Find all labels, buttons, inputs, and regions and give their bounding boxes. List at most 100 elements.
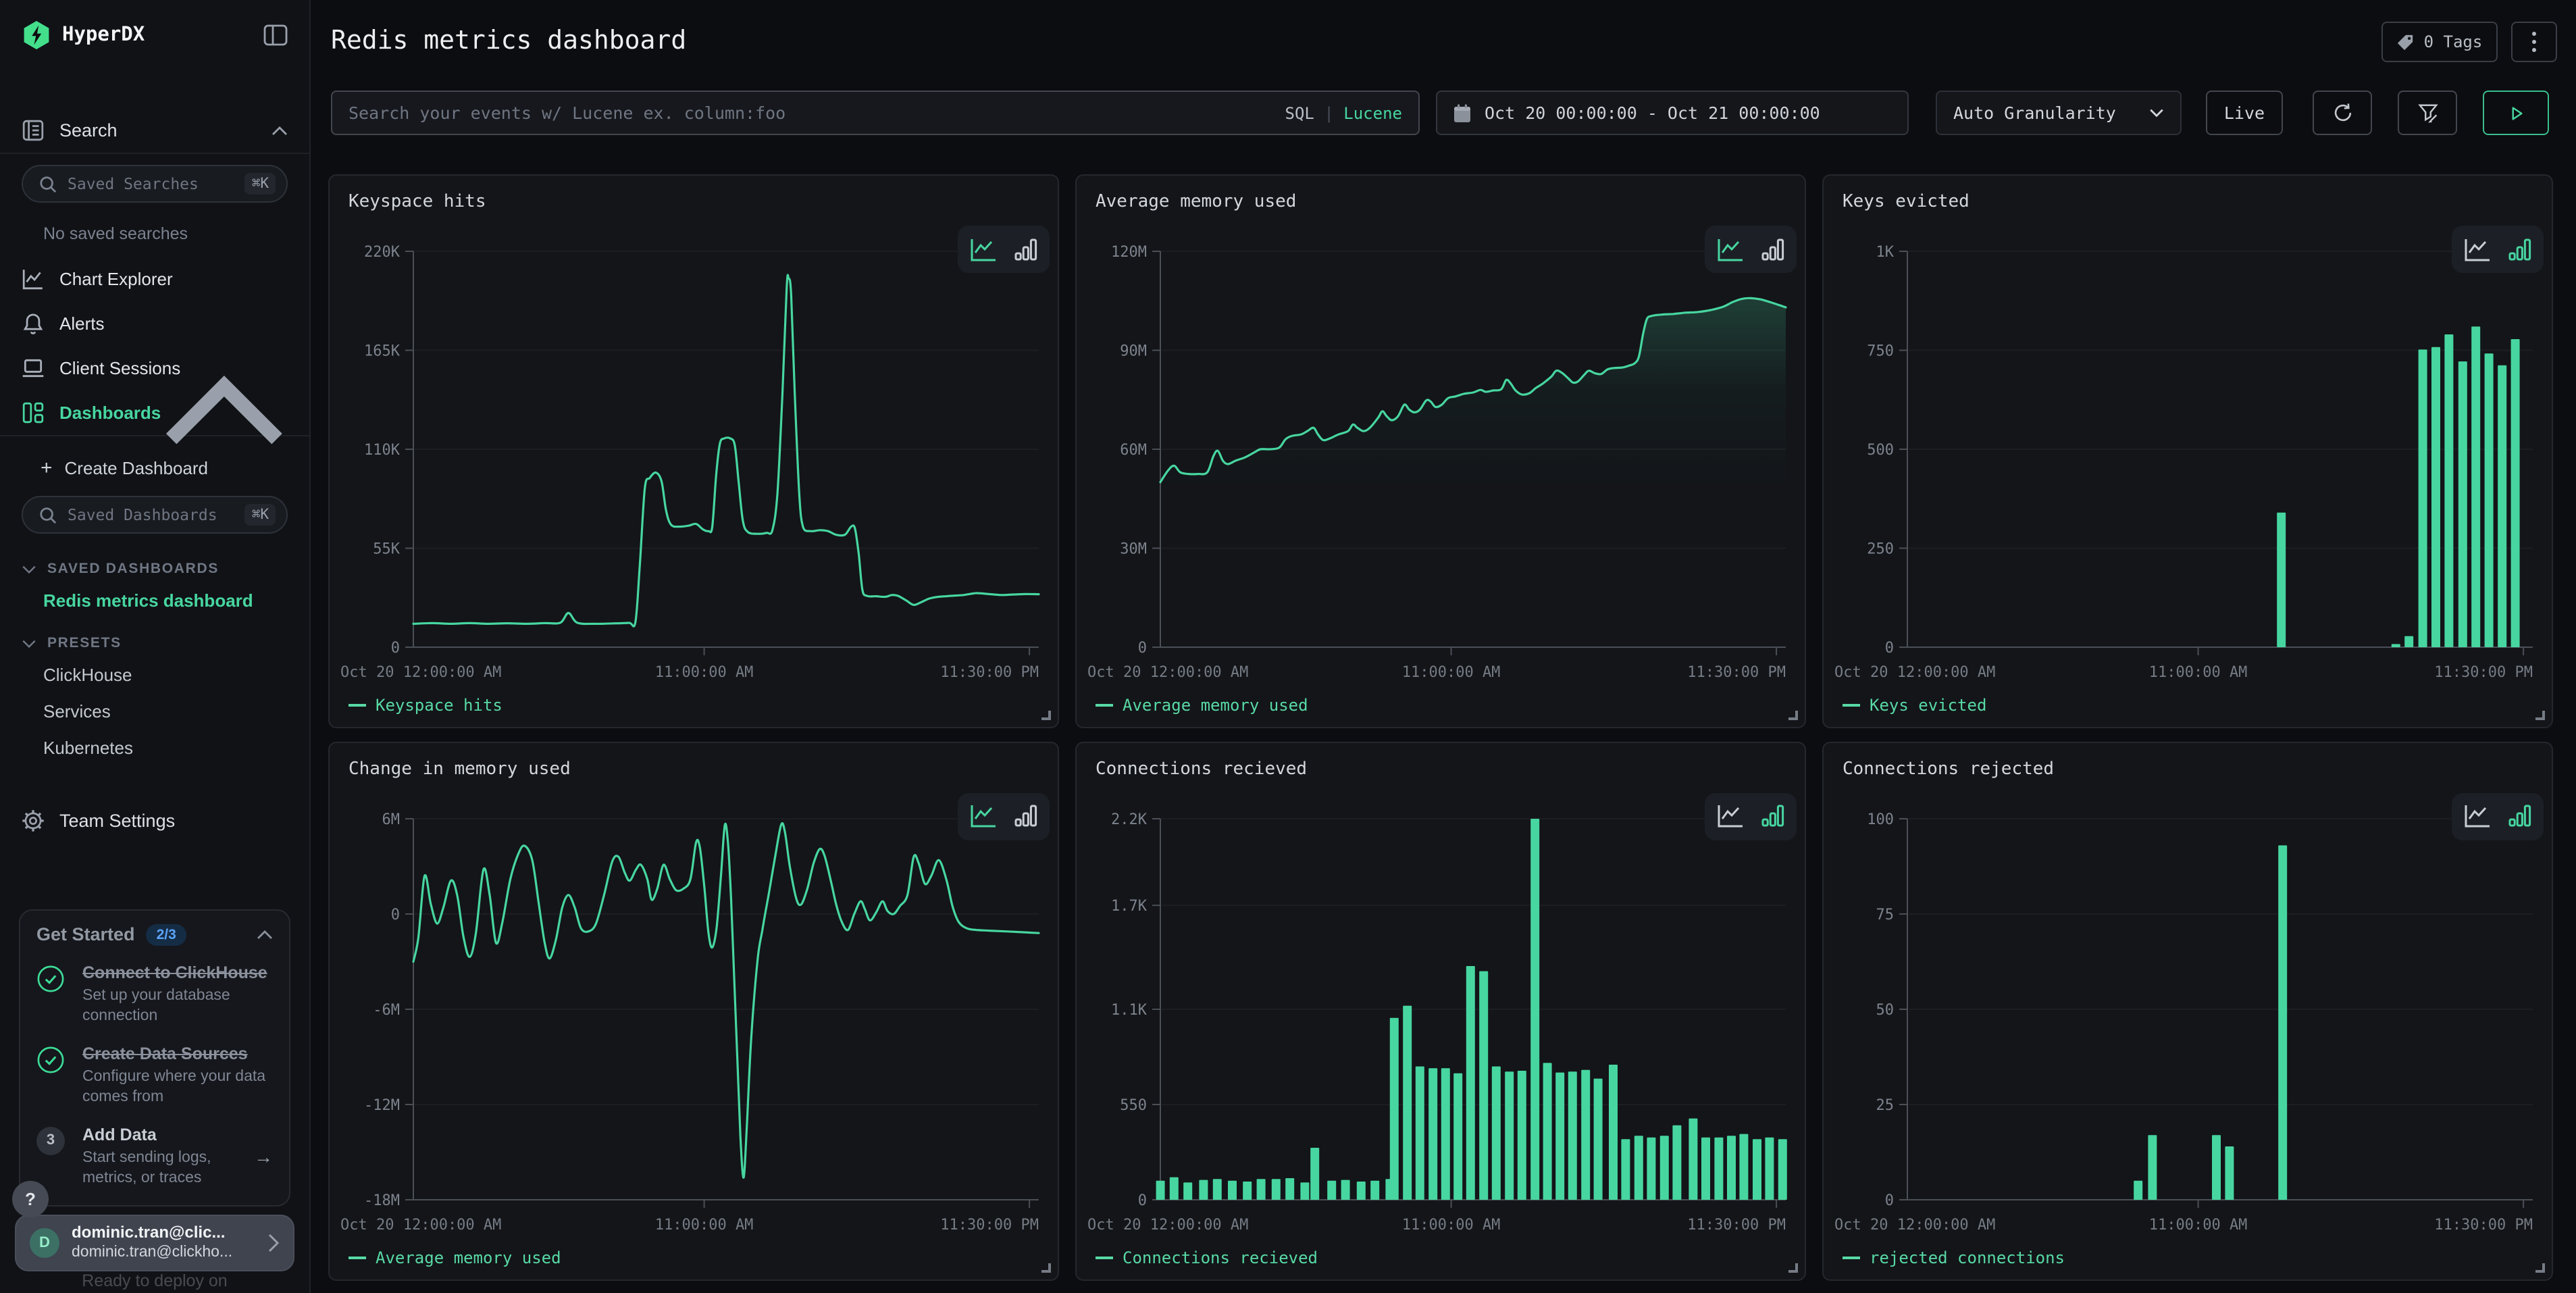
svg-text:1.7K: 1.7K <box>1111 897 1148 914</box>
saved-searches-input[interactable]: Saved Searches ⌘K <box>22 165 288 203</box>
chart-type-toggle[interactable] <box>2452 792 2544 840</box>
svg-text:55K: 55K <box>373 541 400 558</box>
chart-title: Keyspace hits <box>349 192 486 212</box>
chart-type-toggle[interactable] <box>958 792 1050 840</box>
panel-resize-handle[interactable] <box>2535 711 2545 720</box>
bar-chart-icon[interactable] <box>2508 237 2531 261</box>
panel-resize-handle[interactable] <box>1788 711 1798 720</box>
kebab-menu-icon <box>2531 31 2537 53</box>
chart-panel-connections-rejected[interactable]: Connections rejected1007550250Oct 20 12:… <box>1822 741 2553 1280</box>
legend-swatch <box>349 704 366 707</box>
chart-type-toggle[interactable] <box>1705 226 1797 273</box>
line-chart-icon[interactable] <box>2464 237 2491 261</box>
run-query-button[interactable] <box>2483 91 2549 135</box>
legend-swatch <box>349 1256 366 1259</box>
saved-dashboards-input[interactable]: Saved Dashboards ⌘K <box>22 496 288 534</box>
chart-legend: rejected connections <box>1843 1248 2065 1267</box>
granularity-select[interactable]: Auto Granularity <box>1936 91 2182 135</box>
panel-resize-handle[interactable] <box>1788 1263 1798 1272</box>
chart-panel-change-in-memory-used[interactable]: Change in memory used6M0-6M-12M-18MOct 2… <box>328 741 1059 1280</box>
sidebar-section-label: Search <box>59 120 272 141</box>
get-started-step-add-data[interactable]: 3 Add Data Start sending logs, metrics, … <box>36 1124 273 1189</box>
more-options-button[interactable] <box>2511 22 2557 62</box>
get-started-step-connect[interactable]: Connect to ClickHouse Set up your databa… <box>36 961 273 1026</box>
step-title: Create Data Sources <box>82 1043 273 1065</box>
bar-chart-icon[interactable] <box>2508 804 2531 828</box>
filter-edit-icon <box>2417 103 2438 123</box>
chart-legend: Average memory used <box>1096 696 1308 715</box>
chart-type-toggle[interactable] <box>2452 226 2544 273</box>
date-range-value: Oct 20 00:00:00 - Oct 21 00:00:00 <box>1485 103 1820 123</box>
user-name: dominic.tran@clic... <box>72 1223 267 1244</box>
sidebar-item-label: Alerts <box>59 313 288 334</box>
chevron-up-icon[interactable] <box>257 929 273 940</box>
section-header-label: PRESETS <box>47 635 122 651</box>
line-chart-icon[interactable] <box>1717 237 1744 261</box>
bar-chart-icon[interactable] <box>1014 804 1037 828</box>
sidebar-item-team-settings[interactable]: Team Settings <box>0 798 309 843</box>
chart-panel-average-memory-used[interactable]: Average memory used120M90M60M30M0Oct 20 … <box>1075 174 1806 728</box>
dashboards-icon <box>22 401 45 424</box>
svg-text:Oct 20 12:00:00 AM: Oct 20 12:00:00 AM <box>340 1216 501 1233</box>
svg-text:Oct 20 12:00:00 AM: Oct 20 12:00:00 AM <box>1087 1216 1248 1233</box>
legend-label: Keyspace hits <box>376 696 503 715</box>
svg-text:11:00:00 AM: 11:00:00 AM <box>1402 1216 1501 1233</box>
create-dashboard-button[interactable]: + Create Dashboard <box>0 450 309 485</box>
chart-title: Connections rejected <box>1843 759 2054 779</box>
dashboard-link-redis[interactable]: Redis metrics dashboard <box>0 582 309 619</box>
tags-button[interactable]: 0 Tags <box>2381 22 2498 62</box>
chart-type-toggle[interactable] <box>958 226 1050 273</box>
bar-chart-icon[interactable] <box>1761 237 1784 261</box>
sidebar-collapse-icon[interactable] <box>263 24 288 46</box>
app-window: HyperDX Search Saved Searches ⌘K No save… <box>0 0 2576 1293</box>
preset-link-clickhouse[interactable]: ClickHouse <box>0 657 309 693</box>
svg-text:0: 0 <box>391 906 400 923</box>
sidebar-item-chart-explorer[interactable]: Chart Explorer <box>0 257 309 301</box>
user-account-button[interactable]: D dominic.tran@clic... dominic.tran@clic… <box>15 1215 294 1271</box>
chart-panel-keyspace-hits[interactable]: Keyspace hits220K165K110K55K0Oct 20 12:0… <box>328 174 1059 728</box>
chart-legend: Average memory used <box>349 1248 561 1267</box>
create-dashboard-label: Create Dashboard <box>65 457 208 478</box>
svg-text:-6M: -6M <box>373 1001 400 1018</box>
sidebar-section-search[interactable]: Search <box>0 108 309 153</box>
line-chart-icon[interactable] <box>1717 804 1744 828</box>
chart-legend: Connections recieved <box>1096 1248 1318 1267</box>
chart-explorer-icon <box>22 268 45 290</box>
get-started-step-sources[interactable]: Create Data Sources Configure where your… <box>36 1043 273 1108</box>
bar-chart-icon[interactable] <box>1761 804 1784 828</box>
sidebar: HyperDX Search Saved Searches ⌘K No save… <box>0 0 311 1293</box>
legend-label: Average memory used <box>1123 696 1308 715</box>
live-button[interactable]: Live <box>2206 91 2283 135</box>
presets-header[interactable]: PRESETS <box>0 619 309 657</box>
line-chart-icon[interactable] <box>970 804 997 828</box>
line-chart-icon[interactable] <box>970 237 997 261</box>
refresh-button[interactable] <box>2313 91 2372 135</box>
step-title: Connect to ClickHouse <box>82 961 273 984</box>
search-input[interactable]: Search your events w/ Lucene ex. column:… <box>331 91 1420 135</box>
user-email: dominic.tran@clickho... <box>72 1244 267 1263</box>
help-button[interactable]: ? <box>12 1181 49 1217</box>
sidebar-item-dashboards[interactable]: Dashboards <box>0 390 309 435</box>
svg-text:100: 100 <box>1867 811 1894 828</box>
avatar: D <box>30 1228 59 1258</box>
saved-dashboards-header[interactable]: SAVED DASHBOARDS <box>0 544 309 582</box>
chart-panel-connections-recieved[interactable]: Connections recieved2.2K1.7K1.1K5500Oct … <box>1075 741 1806 1280</box>
chart-type-toggle[interactable] <box>1705 792 1797 840</box>
date-range-picker[interactable]: Oct 20 00:00:00 - Oct 21 00:00:00 <box>1436 91 1909 135</box>
lucene-mode-toggle[interactable]: Lucene <box>1343 103 1402 122</box>
panel-resize-handle[interactable] <box>1041 711 1051 720</box>
sidebar-item-alerts[interactable]: Alerts <box>0 301 309 346</box>
sidebar-item-label: Dashboards <box>59 403 161 423</box>
sql-mode-toggle[interactable]: SQL <box>1285 103 1314 122</box>
preset-link-kubernetes[interactable]: Kubernetes <box>0 730 309 766</box>
panel-resize-handle[interactable] <box>1041 1263 1051 1272</box>
filter-button[interactable] <box>2398 91 2457 135</box>
legend-label: Average memory used <box>376 1248 561 1267</box>
bar-chart-icon[interactable] <box>1014 237 1037 261</box>
preset-link-services[interactable]: Services <box>0 693 309 730</box>
svg-text:0: 0 <box>1885 640 1894 657</box>
chart-panel-keys-evicted[interactable]: Keys evicted1K7505002500Oct 20 12:00:00 … <box>1822 174 2553 728</box>
line-chart-icon[interactable] <box>2464 804 2491 828</box>
kbd-shortcut: ⌘K <box>245 173 276 195</box>
panel-resize-handle[interactable] <box>2535 1263 2545 1272</box>
